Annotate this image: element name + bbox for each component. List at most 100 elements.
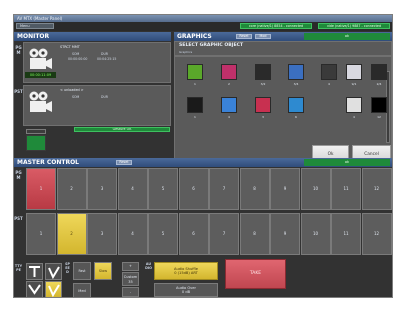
audio-shuffle-button[interactable]: Audio Shuffle 0 (15dB) ART [154, 262, 218, 280]
select-graphic-title: SELECT GRAPHIC OBJECT [179, 43, 244, 48]
master-pgm-label: PGM [15, 170, 22, 180]
pst-button[interactable]: 1 [26, 213, 56, 255]
graphics-mod-button[interactable]: Mod [255, 34, 271, 39]
graphic-thumb[interactable] [321, 64, 337, 80]
graphics-subtitle: Graphics [179, 50, 193, 54]
custom-speed-value: 35 [128, 279, 133, 284]
pgm-button[interactable]: 2 [56, 168, 87, 210]
graphic-label: 12 [377, 115, 381, 119]
speed-med-button[interactable]: Med [73, 283, 91, 297]
graphic-thumb[interactable] [371, 97, 387, 113]
trans-type-label: TTYPE [14, 264, 23, 272]
pgm-som-label: SOM [72, 52, 80, 56]
graphic-thumb[interactable] [221, 97, 237, 113]
graphics-title: GRAPHICS [177, 33, 212, 40]
monitor-pgm-row: 00:00:11:09 STRCT MMT SOM 00:00:00:00 DU… [23, 42, 171, 83]
master-pst-label: PST [14, 216, 23, 221]
pst-button[interactable]: 2 [56, 213, 87, 255]
pst-button[interactable]: 9 [270, 213, 300, 255]
pgm-button[interactable]: 12 [361, 168, 392, 210]
transition-fade-icon[interactable] [45, 281, 62, 297]
connection-status-core: core (native/1) 8854 - connected [240, 23, 312, 29]
graphic-thumb[interactable] [187, 97, 203, 113]
pst-dur-label: DUR [101, 95, 109, 99]
speed-fast-button[interactable]: Fast [73, 262, 91, 280]
pst-som-label: SOM [72, 95, 80, 99]
custom-speed-label: Custom [123, 275, 138, 279]
pst-button[interactable]: 11 [331, 213, 361, 255]
graphics-reset-button[interactable]: Reset [236, 34, 252, 39]
monitor-indicator-bar [26, 129, 46, 134]
menu-dropdown[interactable]: Menu [16, 23, 54, 29]
pgm-button[interactable]: 7 [209, 168, 239, 210]
graphic-label: 1 [194, 115, 196, 119]
pgm-button[interactable]: 9 [270, 168, 300, 210]
pgm-button[interactable]: 8 [239, 168, 270, 210]
pgm-button[interactable]: 6 [178, 168, 209, 210]
pst-button[interactable]: 10 [300, 213, 331, 255]
graphic-thumb[interactable] [346, 97, 362, 113]
pgm-button[interactable]: 4 [117, 168, 148, 210]
graphic-thumb[interactable] [371, 64, 387, 80]
pst-button[interactable]: 7 [209, 213, 239, 255]
graphic-thumb[interactable] [288, 97, 304, 113]
monitor-pst-row: < unloaded > SOM DUR [23, 85, 171, 126]
connection-status-vide: vide (native/1) 9887 - connected [318, 23, 390, 29]
graphic-thumb[interactable] [187, 64, 203, 80]
window-title: AV MTX (Master Panel) [14, 15, 392, 22]
graphic-label: 1 [194, 82, 196, 86]
master-control-title: MASTER CONTROL [17, 159, 79, 166]
pst-button[interactable]: 6 [178, 213, 209, 255]
pgm-button[interactable]: 5 [148, 168, 178, 210]
toolbar: Menu core (native/1) 8854 - connected vi… [14, 22, 392, 31]
custom-speed-field[interactable]: Custom 35 [122, 272, 139, 286]
pgm-button[interactable]: 10 [300, 168, 331, 210]
graphic-label: 4 [328, 82, 330, 86]
pgm-button[interactable]: 3 [87, 168, 117, 210]
speed-slow-button[interactable]: Slow [94, 262, 112, 280]
pgm-dur-value: 00:04:25:15 [97, 57, 117, 61]
stepper-down-button[interactable]: - [122, 287, 139, 297]
audio-over-button[interactable]: Audio Over 0 dB [154, 283, 218, 297]
pgm-som-value: 00:00:00:00 [68, 57, 88, 61]
monitor-header: MONITOR [14, 32, 171, 41]
graphic-label: 3/2 [260, 82, 266, 86]
transition-cut-icon[interactable] [26, 263, 43, 280]
audio-label: AUDIO [145, 262, 152, 270]
pgm-button[interactable]: 11 [331, 168, 361, 210]
camera-icon [27, 47, 53, 71]
stepper-up-button[interactable]: + [122, 262, 139, 271]
graphics-header: GRAPHICS Reset Mod ok [174, 32, 392, 41]
pgm-timecode: 00:00:11:09 [25, 72, 56, 78]
pst-button[interactable]: 3 [87, 213, 117, 255]
graphic-label: 3 [262, 115, 264, 119]
transition-wipe-icon[interactable] [26, 281, 43, 297]
graphic-thumb[interactable] [288, 64, 304, 80]
graphic-thumb[interactable] [255, 97, 271, 113]
graphic-thumb[interactable] [346, 64, 362, 80]
audio-over-value: 0 dB [181, 290, 191, 295]
graphics-status: ok [304, 33, 390, 40]
graphic-thumb[interactable] [255, 64, 271, 80]
graphic-label: 2/4 [376, 82, 382, 86]
pst-button[interactable]: 12 [361, 213, 392, 255]
pgm-clip-name: STRCT MMT [60, 45, 80, 49]
take-button[interactable]: TAKE [225, 259, 286, 289]
pgm-button[interactable]: 1 [26, 168, 56, 210]
pst-button[interactable]: 4 [117, 213, 148, 255]
speed-label: SPEED [65, 262, 70, 274]
master-control-header: MASTER CONTROL Reset ok [14, 158, 392, 167]
monitor-level-meter [26, 135, 46, 151]
graphic-thumb[interactable] [221, 64, 237, 80]
camera-icon [27, 90, 53, 114]
pst-button[interactable]: 8 [239, 213, 270, 255]
monitor-pgm-label: PGM [15, 45, 22, 55]
monitor-status: Gesture OK [74, 127, 170, 132]
master-reset-button[interactable]: Reset [116, 160, 132, 165]
monitor-title: MONITOR [17, 33, 50, 40]
transition-mix-icon[interactable] [45, 263, 62, 280]
master-control-status: ok [304, 159, 390, 166]
pst-button[interactable]: 5 [148, 213, 178, 255]
graphic-label: 6 [295, 115, 297, 119]
graphics-grid: 1 2 3/2 3/4 4 9/1 2/4 1 4 3 6 4 12 Ok Ca… [174, 56, 392, 166]
